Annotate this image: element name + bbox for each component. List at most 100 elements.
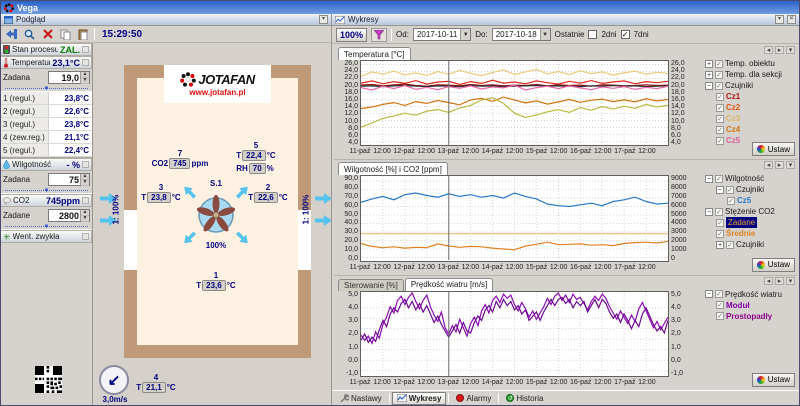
collapse-icon[interactable] (82, 197, 89, 204)
expander-icon[interactable]: + (716, 241, 724, 249)
stan-procesu-header[interactable]: Stan procesu ZAL. (1, 43, 92, 56)
wilg-zadana-label: Zadana (3, 175, 46, 184)
temperatura-value: 23,1°C (52, 58, 80, 68)
scroll-left-icon: ◂ (764, 161, 773, 169)
co2-header[interactable]: CO2 745ppm (1, 194, 92, 207)
table-row: 3 (regul.)23,8°C (1, 118, 92, 131)
checkbox-icon[interactable]: ✓ (716, 126, 724, 134)
sensor-1: 1 T23,6°C (181, 271, 251, 291)
expander-icon[interactable]: − (705, 290, 713, 298)
logo-brand-text: JOTAFAN (198, 72, 254, 87)
podglad-title: Podgląd (16, 15, 45, 24)
expander-icon[interactable]: − (705, 208, 713, 216)
temperatura-legend: ◂▸▾ +✓Temp. obiektu +✓Temp. dla sekcji −… (699, 46, 797, 159)
checkbox-icon[interactable]: ✓ (715, 60, 723, 68)
stan-procesu-value: ZAL. (60, 45, 80, 55)
wilgotnosc-header[interactable]: Wilgotność - % (1, 158, 92, 171)
checkbox-icon[interactable]: ✓ (715, 82, 723, 90)
checkbox-icon[interactable]: ✓ (715, 208, 723, 216)
ustaw-button[interactable]: Ustaw (752, 258, 795, 272)
ustaw-button[interactable]: Ustaw (752, 142, 795, 156)
chart-nav-buttons[interactable]: ◂▸▾ (764, 46, 795, 54)
date-from-select[interactable]: 2017-10-11▼ (413, 28, 471, 41)
temp-zadana-spinner[interactable]: 19,0▲▼ (48, 71, 90, 84)
checkbox-icon[interactable]: ✓ (716, 93, 724, 101)
airflow-arrow-icon (315, 193, 332, 204)
checkbox-icon[interactable]: ✓ (726, 241, 734, 249)
exit-button[interactable] (4, 27, 19, 41)
2dni-label: 2dni (601, 30, 616, 39)
table-row: 5 (regul.)22,4°C (1, 144, 92, 157)
collapse-icon[interactable] (82, 161, 89, 168)
expander-icon[interactable]: + (705, 71, 713, 79)
co2-zadane-label: Zadane (3, 211, 46, 220)
y-axis-left: 5,04,03,02,01,00,0-1,0 (334, 291, 360, 377)
chart-nav-buttons[interactable]: ◂▸▾ (764, 277, 795, 285)
temperature-sensor-table: 1 (regul.)23,8°C 2 (regul.)22,6°C 3 (reg… (1, 92, 92, 158)
temperatura-plot[interactable] (360, 60, 669, 146)
checkbox-icon[interactable]: ✓ (716, 137, 724, 145)
expander-icon[interactable]: − (705, 82, 713, 90)
collapse-icon[interactable] (82, 46, 89, 53)
date-to-select[interactable]: 2017-10-18▼ (492, 28, 551, 41)
chevron-down-icon: ▾ (786, 46, 795, 54)
zoom-100-button[interactable]: 100% (336, 28, 367, 42)
wilgotnosc-label: Wilgotność (12, 160, 65, 169)
collapse-icon[interactable] (82, 59, 89, 66)
checkbox-icon[interactable]: ✓ (715, 290, 723, 298)
co2-zadane-slider[interactable]: ▼ (1, 224, 92, 230)
palette-icon (757, 261, 765, 269)
checkbox-icon[interactable]: ✓ (716, 115, 724, 123)
filter-button[interactable] (371, 28, 387, 42)
co2-zadane-spinner[interactable]: 2800▲▼ (48, 209, 90, 222)
panel-close-button[interactable]: ✕ (787, 15, 796, 24)
tab-wilgotnosc-co2[interactable]: Wilgotność [%] i CO2 [ppm] (338, 162, 448, 175)
went-header[interactable]: ✳ Went. zwykła (1, 230, 92, 243)
wilg-zadana-spinner[interactable]: 75▲▼ (48, 173, 90, 186)
chart-section-wilgotnosc-co2: Wilgotność [%] i CO2 [ppm] 90,080,070,06… (334, 160, 797, 275)
bottombar-historia[interactable]: ↺Historia (501, 392, 548, 405)
sensor-7: 7 CO2745ppm (145, 149, 215, 169)
jotafan-logo-icon (180, 72, 196, 88)
checkbox-icon[interactable]: ✓ (716, 301, 724, 309)
checkbox-icon[interactable]: ✓ (716, 219, 724, 227)
checkbox-2dni[interactable] (588, 30, 597, 39)
expander-icon[interactable]: − (716, 186, 724, 194)
wilg-zadana-slider[interactable]: ▼ (1, 188, 92, 194)
checkbox-icon[interactable]: ✓ (727, 197, 735, 205)
wiatr-plot[interactable] (360, 291, 669, 377)
panel-pin-button[interactable]: ▾ (319, 15, 328, 24)
expander-icon[interactable]: + (705, 60, 713, 68)
checkbox-icon[interactable]: ✓ (715, 175, 723, 183)
collapse-icon[interactable] (82, 233, 89, 240)
panel-pin-button[interactable]: ▾ (775, 15, 784, 24)
tab-predkosc-wiatru[interactable]: Prędkość wiatru [m/s] (405, 278, 493, 291)
checkbox-icon[interactable]: ✓ (715, 71, 723, 79)
tab-temperatura[interactable]: Temperatura [°C] (338, 47, 411, 60)
ostatnie-label: Ostatnie (555, 30, 585, 39)
bottombar-alarmy[interactable]: Alarmy (451, 392, 496, 405)
ustaw-button[interactable]: Ustaw (752, 373, 795, 387)
chart-nav-buttons[interactable]: ◂▸▾ (764, 161, 795, 169)
table-row: 4 (zew.reg.)21,1°C (1, 131, 92, 144)
bottombar-wykresy[interactable]: Wykresy (392, 392, 447, 405)
bottombar-nastawy[interactable]: Nastawy (335, 392, 387, 405)
paste-button[interactable] (76, 27, 91, 41)
checkbox-icon[interactable]: ✓ (716, 312, 724, 320)
delete-button[interactable] (40, 27, 55, 41)
zoom-button[interactable] (22, 27, 37, 41)
fan-power: 100% (191, 241, 241, 250)
expander-icon[interactable]: − (705, 175, 713, 183)
tab-sterowanie[interactable]: Sterowanie [%] (338, 279, 404, 291)
wilgotnosc-co2-plot[interactable] (360, 175, 669, 261)
checkbox-icon[interactable]: ✓ (726, 186, 734, 194)
checkbox-icon[interactable]: ✓ (716, 230, 724, 238)
sensor-3: 3 T23,8°C (126, 183, 196, 203)
checkbox-7dni[interactable]: ✓ (621, 30, 630, 39)
checkbox-icon[interactable]: ✓ (716, 104, 724, 112)
sensor-4: 4 T21,1°C (121, 373, 191, 393)
temperatura-header[interactable]: Temperatura 23,1°C (1, 56, 92, 69)
copy-button[interactable] (58, 27, 73, 41)
x-axis: 11-paź12:0012-paź12:0013-paź12:0014-paź1… (360, 146, 669, 159)
temp-zadana-slider[interactable]: ▼ (1, 86, 92, 92)
